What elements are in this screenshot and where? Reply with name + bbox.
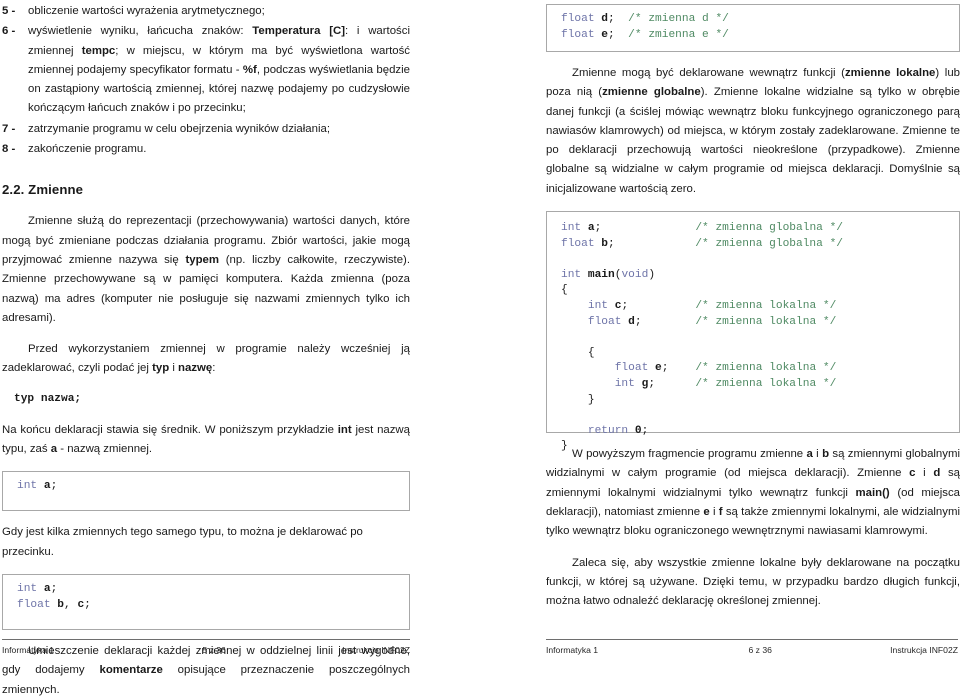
page-right: float d; /* zmienna d */ float e; /* zmi… — [480, 0, 960, 664]
footer-document-label: Instrukcja INF02Z — [890, 645, 958, 655]
page-left-body: 5 - obliczenie wartości wyrażenia arytme… — [0, 0, 480, 696]
list-item-text: obliczenie wartości wyrażenia arytmetycz… — [28, 5, 265, 17]
footer-rule — [2, 639, 410, 640]
paragraph-zmienne-intro: Zmienne służą do reprezentacji (przechow… — [2, 215, 410, 324]
list-item-number: 7 - — [2, 122, 16, 135]
section-heading-zmienne: 2.2. Zmienne — [2, 182, 84, 198]
page-right-body: float d; /* zmienna d */ float e; /* zmi… — [480, 0, 960, 630]
list-item: 6 - wyświetlenie wyniku, łańcucha znaków… — [2, 22, 410, 118]
footer-course-label: Informatyka 1 — [546, 645, 599, 655]
list-item-number: 5 - — [2, 5, 16, 17]
page-left-footer: Informatyka 1 5 z 36 Instrukcja INF02Z — [0, 639, 480, 656]
paragraph-zalecenie: Zaleca się, aby wszystkie zmienne lokaln… — [546, 556, 960, 608]
footer-document-label: Instrukcja INF02Z — [342, 645, 410, 655]
paragraph-przecinek: Gdy jest kilka zmiennych tego samego typ… — [2, 526, 363, 558]
page-right-footer: Informatyka 1 6 z 36 Instrukcja INF02Z — [480, 639, 960, 656]
document-page-spread: 5 - obliczenie wartości wyrażenia arytme… — [0, 0, 960, 696]
code-block-int-a: int a; — [2, 471, 410, 512]
paragraph-opis-fragmentu: W powyższym fragmencie programu zmienne … — [546, 448, 960, 538]
list-item-number: 6 - — [2, 25, 16, 38]
paragraph-srednik: Na końcu deklaracji stawia się średnik. … — [2, 423, 410, 456]
list-item-text: wyświetlenie wyniku, łańcucha znaków: Te… — [28, 25, 411, 115]
list-item: 5 - obliczenie wartości wyrażenia arytme… — [2, 2, 410, 21]
list-item: 8 - zakończenie programu. — [2, 140, 410, 159]
paragraph-deklaracja: Przed wykorzystaniem zmiennej w programi… — [2, 343, 410, 375]
paragraph-zakres-zmiennych: Zmienne mogą być deklarowane wewnątrz fu… — [546, 67, 960, 195]
footer-rule — [546, 639, 958, 640]
footer-course-label: Informatyka 1 — [2, 645, 55, 655]
list-item-text: zatrzymanie programu w celu obejrzenia w… — [28, 122, 330, 135]
code-inline-typ-nazwa: typ nazwa; — [14, 392, 82, 405]
numbered-list: 5 - obliczenie wartości wyrażenia arytme… — [2, 2, 410, 159]
footer-page-number: 5 z 36 — [202, 645, 226, 655]
list-item-text: zakończenie programu. — [28, 143, 147, 156]
code-block-main-program: int a; /* zmienna globalna */ float b; /… — [546, 211, 960, 452]
code-block-int-a-float-bc: int a; float b, c; — [2, 573, 410, 630]
page-left: 5 - obliczenie wartości wyrażenia arytme… — [0, 0, 480, 696]
list-item-number: 8 - — [2, 143, 16, 156]
footer-page-number: 6 z 36 — [748, 645, 772, 655]
code-block-float-de: float d; /* zmienna d */ float e; /* zmi… — [546, 4, 960, 52]
list-item: 7 - zatrzymanie programu w celu obejrzen… — [2, 120, 410, 139]
